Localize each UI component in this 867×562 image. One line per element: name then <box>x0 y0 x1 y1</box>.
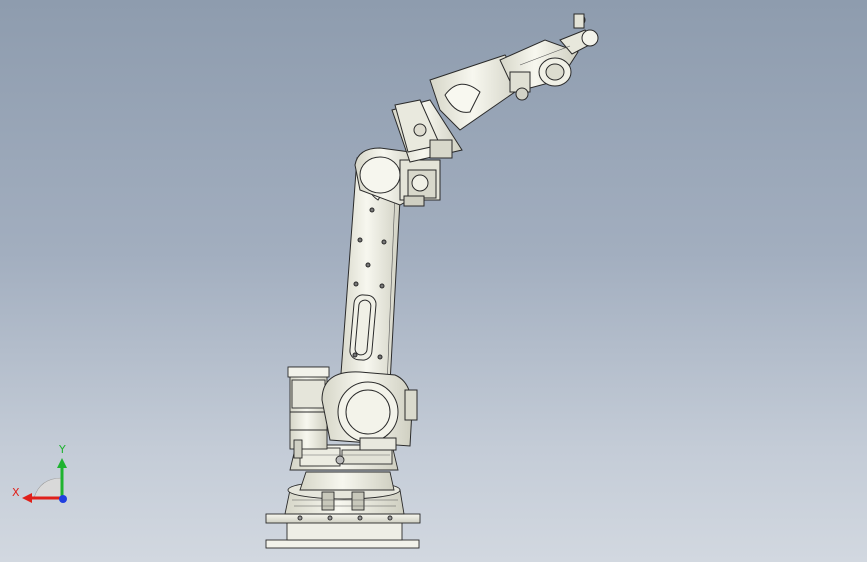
robot-arm-model[interactable] <box>0 0 867 562</box>
wrist-assembly[interactable] <box>499 13 599 101</box>
view-orientation-triad[interactable]: Y X <box>10 438 80 508</box>
graphics-viewport[interactable]: Y X <box>0 0 867 562</box>
shoulder-joint[interactable] <box>321 371 418 451</box>
x-axis-label: X <box>12 486 20 499</box>
x-axis-arrow-head <box>22 493 32 503</box>
y-axis-label: Y <box>58 443 66 456</box>
base-motor[interactable] <box>287 366 330 459</box>
z-axis-dot <box>59 495 67 503</box>
robot-base[interactable] <box>265 471 421 549</box>
y-axis-arrow-head <box>57 458 67 468</box>
